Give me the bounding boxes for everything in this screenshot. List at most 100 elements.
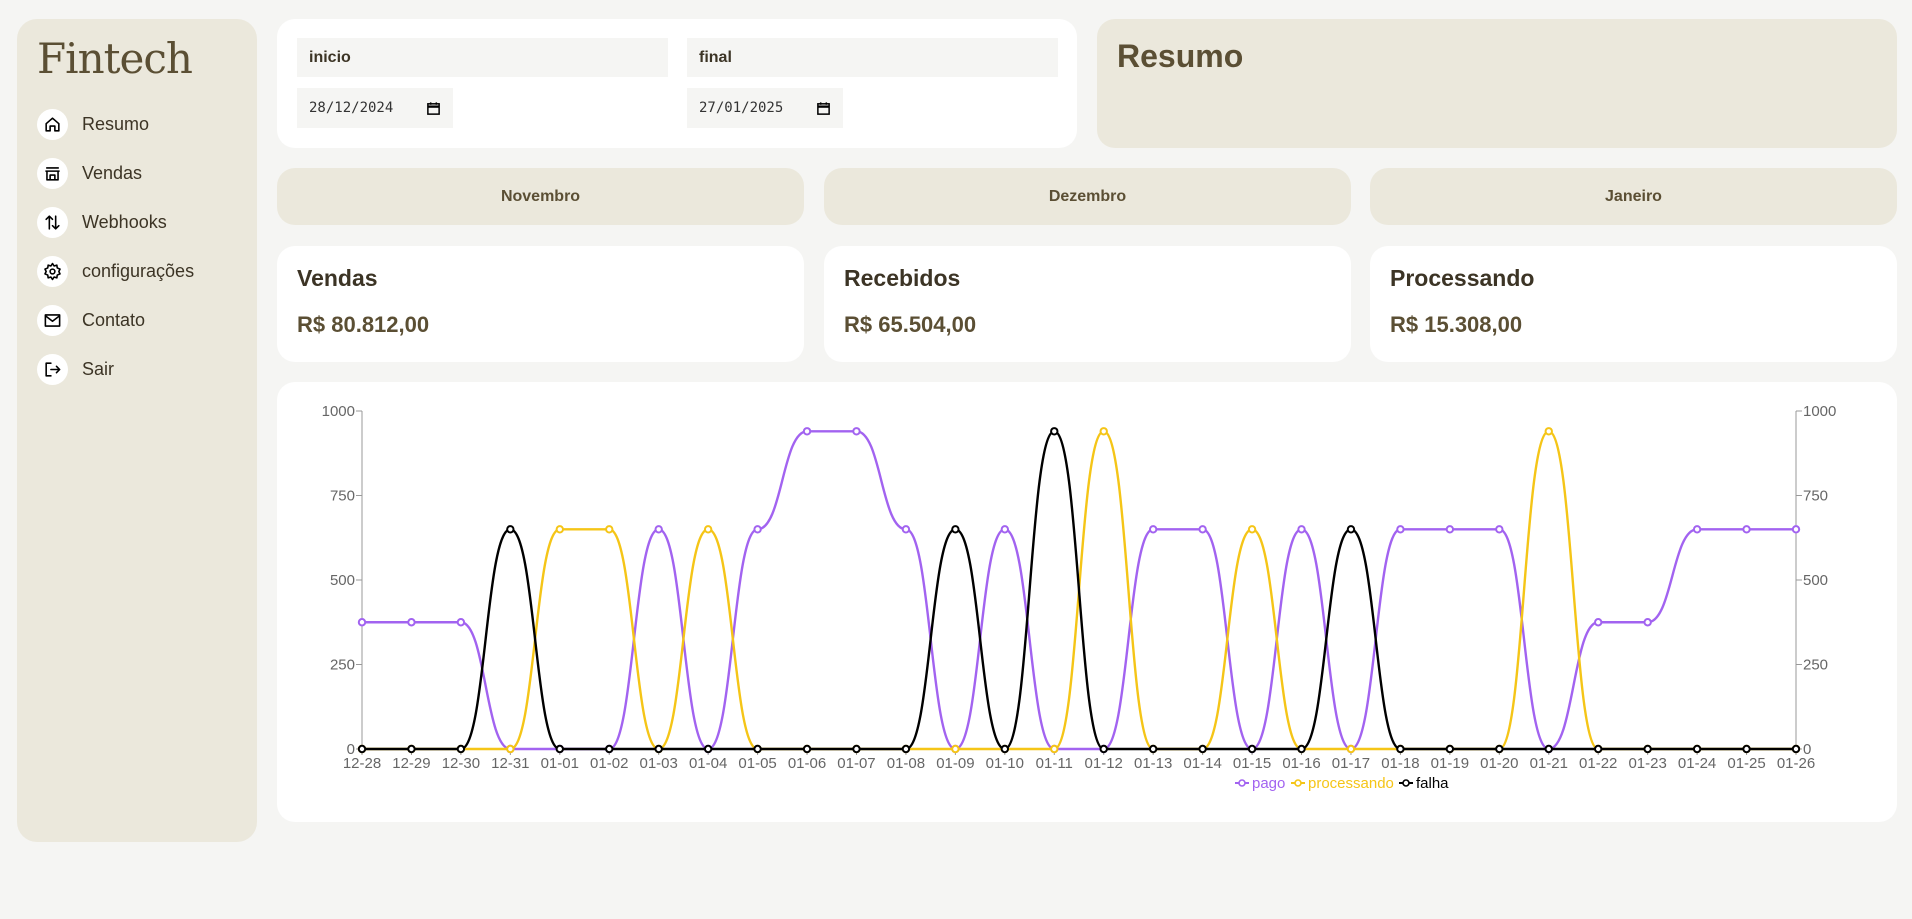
start-date-label: inicio xyxy=(297,38,668,77)
sidebar-item-resumo[interactable]: Resumo xyxy=(37,100,237,149)
end-date-label: final xyxy=(687,38,1058,77)
sales-chart-card: 0 0 250 250 500 500 750 750 1000 1000 12-28 12-29 12… xyxy=(277,382,1897,822)
x-tick-label: 01-09 xyxy=(936,755,974,772)
month-button-janeiro[interactable]: Janeiro xyxy=(1370,168,1897,225)
y-tick-label-right: 750 xyxy=(1803,488,1828,505)
data-point-falha xyxy=(357,744,367,754)
data-point-processando xyxy=(605,525,614,534)
x-tick-label: 01-10 xyxy=(986,755,1024,772)
x-tick-label: 01-01 xyxy=(541,755,579,772)
x-tick-label: 12-31 xyxy=(491,755,529,772)
data-point-processando xyxy=(506,744,515,754)
data-point-falha xyxy=(506,525,515,534)
month-button-novembro[interactable]: Novembro xyxy=(277,168,804,225)
sales-line-chart: 0 0250 250500 500750 7501000 100012-28 12-29 12… xyxy=(322,403,1837,792)
end-date-group: final 27/01/2025 xyxy=(687,38,1058,128)
start-date-value: 28/12/2024 xyxy=(309,100,394,116)
sidebar-item-sair[interactable]: Sair xyxy=(37,345,237,394)
y-tick-label-right: 250 xyxy=(1803,657,1828,674)
home-icon xyxy=(37,108,68,140)
x-tick-label: 01-12 xyxy=(1085,755,1123,772)
data-point-falha xyxy=(951,525,960,534)
data-point-falha xyxy=(1198,744,1207,754)
data-point-falha xyxy=(407,744,416,754)
data-point-falha xyxy=(802,744,812,754)
x-tick-label: 01-08 xyxy=(887,755,925,772)
legend-label-falha: falha xyxy=(1416,775,1449,792)
data-point-falha xyxy=(753,744,762,754)
start-date-input[interactable]: 28/12/2024 xyxy=(297,88,453,128)
sidebar-item-configuracoes[interactable]: configurações xyxy=(37,247,237,296)
legend-marker-pago xyxy=(1238,779,1246,787)
data-point-pago xyxy=(357,618,367,627)
data-point-processando xyxy=(1050,744,1059,754)
data-point-pago xyxy=(901,525,911,534)
stat-card-vendas: Vendas R$ 80.812,00 xyxy=(277,246,804,362)
data-point-falha xyxy=(654,744,663,754)
stat-value: R$ 15.308,00 xyxy=(1390,312,1523,337)
data-point-processando xyxy=(1544,427,1553,436)
sidebar-item-vendas[interactable]: Vendas xyxy=(37,149,237,198)
data-point-pago xyxy=(1643,618,1652,627)
x-tick-label: 01-24 xyxy=(1678,755,1716,772)
data-point-pago xyxy=(1742,525,1751,534)
x-tick-label: 01-02 xyxy=(590,755,628,772)
sidebar-nav: Resumo Vendas Webhooks configurações Con… xyxy=(37,100,237,394)
x-tick-label: 01-03 xyxy=(640,755,678,772)
data-point-pago xyxy=(1148,525,1158,534)
sidebar-item-label: Contato xyxy=(82,309,146,330)
data-point-falha xyxy=(1445,744,1455,754)
sidebar-item-webhooks[interactable]: Webhooks xyxy=(37,198,237,247)
x-tick-label: 01-18 xyxy=(1381,755,1419,772)
month-button-dezembro[interactable]: Dezembro xyxy=(824,168,1351,225)
data-point-pago xyxy=(407,618,416,627)
stat-card-processando: Processando R$ 15.308,00 xyxy=(1370,246,1897,362)
logout-icon xyxy=(37,353,68,385)
sidebar-item-contato[interactable]: Contato xyxy=(37,296,237,345)
x-tick-label: 01-19 xyxy=(1431,755,1469,772)
end-date-input[interactable]: 27/01/2025 xyxy=(687,88,843,128)
series-line-falha xyxy=(362,430,1796,751)
legend-label-processando: processando xyxy=(1308,775,1394,792)
legend-marker-processando xyxy=(1294,779,1302,787)
x-tick-label: 01-11 xyxy=(1036,755,1073,772)
y-tick-label-left: 750 xyxy=(330,488,355,505)
sidebar-item-label: Resumo xyxy=(82,113,150,134)
start-date-group: inicio 28/12/2024 xyxy=(297,38,668,128)
data-point-falha xyxy=(1742,744,1751,754)
data-point-processando xyxy=(1346,744,1356,754)
x-tick-label: 01-14 xyxy=(1183,755,1221,772)
data-point-falha xyxy=(852,744,861,754)
calendar-icon[interactable] xyxy=(426,101,441,116)
sidebar-item-label: Sair xyxy=(82,358,115,379)
y-tick-label-left: 1000 xyxy=(322,403,355,420)
x-tick-label: 01-22 xyxy=(1579,755,1617,772)
calendar-icon[interactable] xyxy=(816,101,831,116)
page-title: Resumo xyxy=(1117,38,1244,74)
data-point-pago xyxy=(753,525,762,534)
x-tick-label: 12-28 xyxy=(343,755,381,772)
data-point-falha xyxy=(1050,427,1059,436)
data-point-falha xyxy=(1148,744,1158,754)
x-tick-label: 01-17 xyxy=(1332,755,1370,772)
sidebar-item-label: configurações xyxy=(82,260,195,281)
data-point-falha xyxy=(1495,744,1504,754)
data-point-pago xyxy=(1495,525,1504,534)
x-tick-label: 01-06 xyxy=(788,755,826,772)
date-filter-card: inicio 28/12/2024 final 27/01/2025 xyxy=(277,19,1077,148)
legend-label-pago: pago xyxy=(1252,775,1285,792)
data-point-processando xyxy=(1247,525,1257,534)
y-tick-label-right: 1000 xyxy=(1803,403,1836,420)
end-date-value: 27/01/2025 xyxy=(699,100,784,116)
y-tick-label-left: 250 xyxy=(330,657,355,674)
data-point-processando xyxy=(951,744,960,754)
x-tick-label: 01-25 xyxy=(1727,755,1765,772)
data-point-falha xyxy=(1643,744,1652,754)
stat-value: R$ 65.504,00 xyxy=(844,312,977,337)
x-tick-label: 01-16 xyxy=(1282,755,1320,772)
data-point-falha xyxy=(1297,744,1306,754)
data-point-pago xyxy=(1445,525,1455,534)
x-tick-label: 01-21 xyxy=(1530,755,1568,772)
x-tick-label: 01-07 xyxy=(837,755,875,772)
stat-value: R$ 80.812,00 xyxy=(297,312,430,337)
